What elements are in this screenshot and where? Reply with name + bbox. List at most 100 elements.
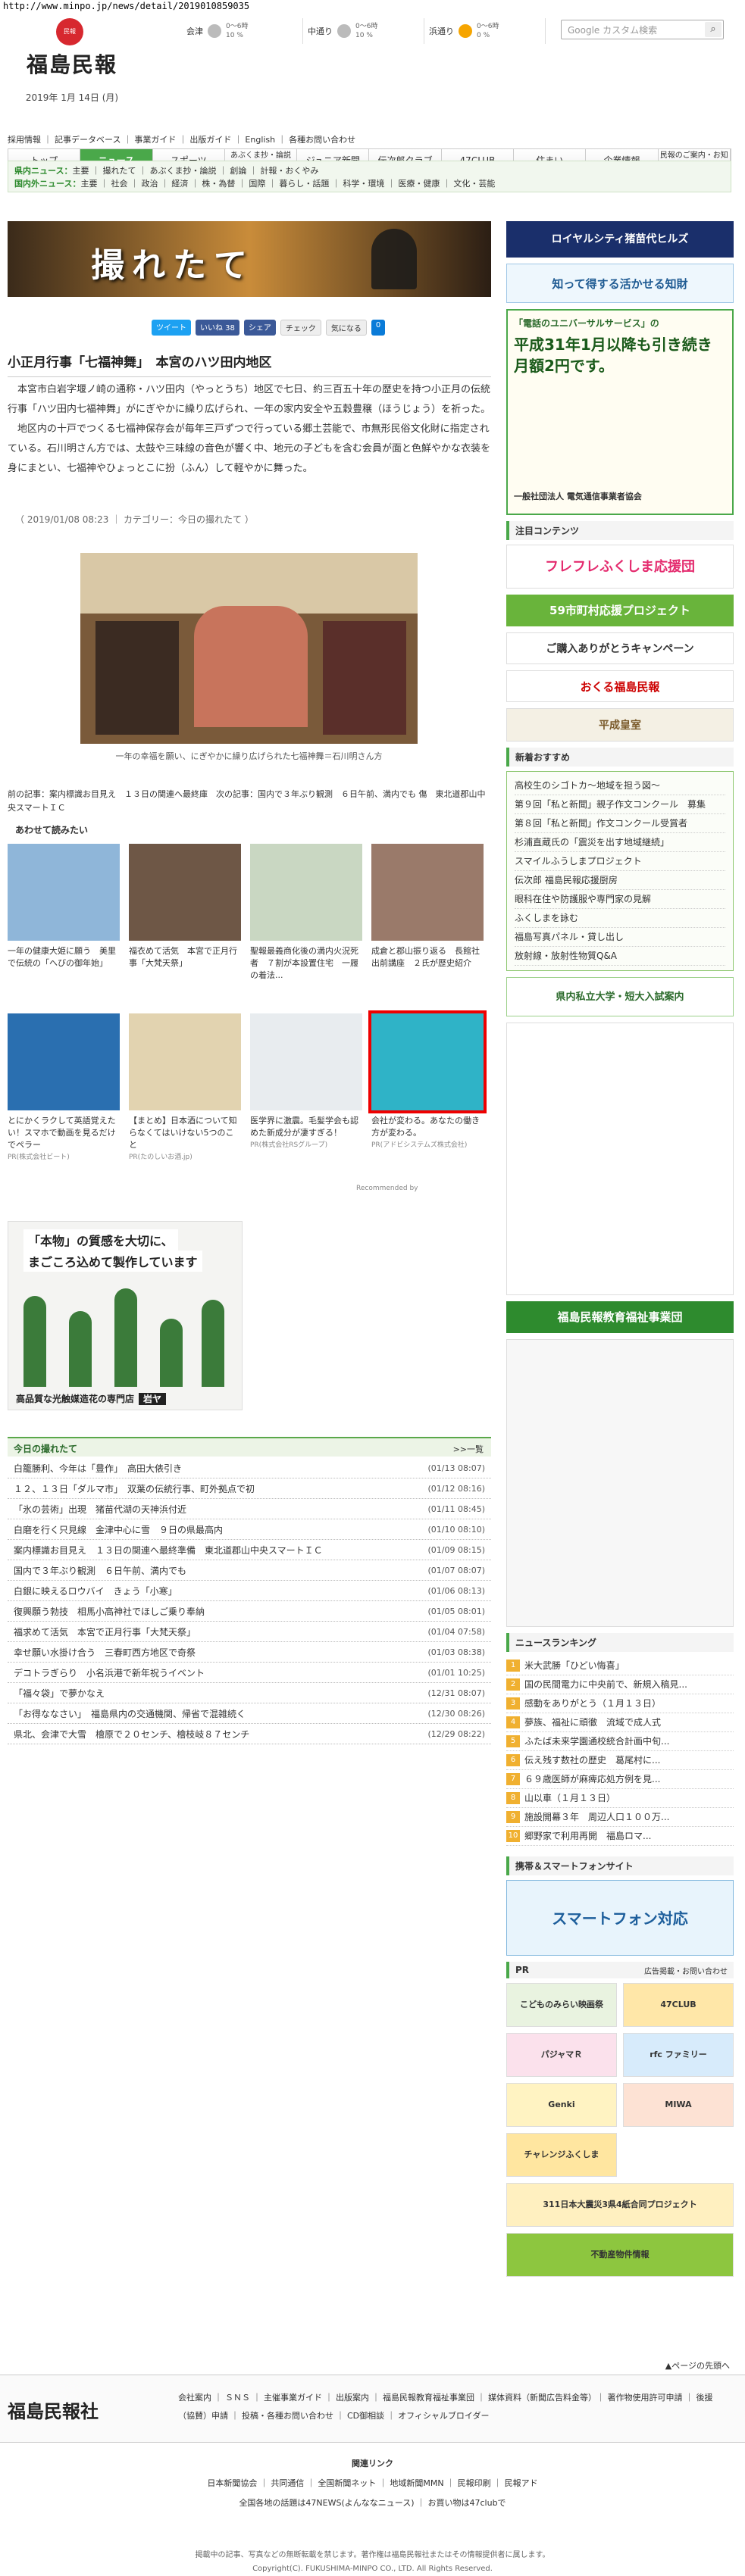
sidebar-banner[interactable]: ご購入ありがとうキャンペーン (506, 632, 734, 664)
weather-hamadori[interactable]: 浜通り 0〜6時 0 % (424, 18, 546, 44)
related-item[interactable]: 医学界に激震。毛髪学会も認めた新成分が凄すぎる！ PR(株式会社RSグループ) (250, 1013, 362, 1172)
pr-banner[interactable]: 47CLUB (623, 1983, 734, 2027)
related-item[interactable]: 会社が変わる。あなたの働き方が変わる。 PR(アドビシステムズ株式会社) (368, 1010, 487, 1172)
related-item[interactable]: 【まとめ】日本酒について知らなくてはいけない5つのこと PR(たのしいお酒.jp) (129, 1013, 241, 1172)
address-bar[interactable]: http://www.minpo.jp/news/detail/20190108… (0, 0, 745, 14)
news-item[interactable]: 福島写真パネル・貸し出し (515, 928, 725, 947)
today-row[interactable]: 「福々袋」で夢かなえ (12/31 08:07) (8, 1683, 491, 1703)
related-item[interactable]: 成倉と郡山振り返る 長館社出前講座 ２氏が歴史紹介 (371, 844, 484, 1003)
related-links-row[interactable]: 全国各地の話題は47NEWS(よんななニュース) ｜ お買い物は47clubで (0, 2493, 745, 2513)
pr-banner[interactable]: 311日本大震災3県4紙合同プロジェクト (506, 2183, 734, 2227)
search-input[interactable]: Google カスタム検索 ⌕ (561, 20, 724, 39)
mobile-banner[interactable]: スマートフォン対応 (506, 1880, 734, 1956)
ranking-item[interactable]: 1 米大武勝「ひどい悔喜」 (506, 1656, 734, 1675)
footer-links[interactable]: 会社案内 ｜ ＳＮＳ ｜ 主催事業ガイド ｜ 出版案内 ｜ 福島民報教育福祉事業… (178, 2389, 724, 2425)
pr-banner[interactable]: チャレンジふくしま (506, 2133, 617, 2177)
share-button[interactable]: シェア (243, 320, 276, 336)
weather-rain: 10 % (226, 32, 243, 39)
ranking-item[interactable]: 8 山以車（１月１３日） (506, 1789, 734, 1808)
sidebar-banner[interactable]: 59市町村応援プロジェクト (506, 595, 734, 626)
ranking-item[interactable]: 5 ふたば未来学園通校統合計画中旬... (506, 1732, 734, 1751)
pr-banner[interactable]: こどものみらい映画祭 (506, 1983, 617, 2027)
back-to-top-link[interactable]: ▲ページの先頭へ (665, 2359, 730, 2371)
ranking-item[interactable]: 9 施設開幕３年 周辺人口１００万... (506, 1808, 734, 1827)
pr-banner[interactable]: rfc ファミリー (623, 2033, 734, 2077)
today-row-date: (01/03 08:38) (427, 1647, 485, 1657)
plant-ad[interactable]: 「本物」の質感を大切に、 まごころ込めて製作しています 高品質な光触媒造花の専門… (8, 1221, 243, 1410)
sidebar-ad-chizai[interactable]: 知って得する活かせる知財 (506, 264, 734, 303)
today-row[interactable]: 国内で３年ぶり観測 ６日午前、満内でも (01/07 08:07) (8, 1560, 491, 1581)
ranking-item[interactable]: 3 感動をありがとう（１月１３日） (506, 1694, 734, 1713)
sidebar-banner[interactable]: 福島民報教育福祉事業団 (506, 1301, 734, 1333)
news-item[interactable]: 第９回「私と新聞」親子作文コンクール 募集 (515, 795, 725, 814)
ranking-item[interactable]: 6 伝え残す数社の歴史 葛尾村に... (506, 1751, 734, 1770)
today-more-link[interactable]: >>一覧 (453, 1443, 484, 1455)
utility-links[interactable]: 採用情報 ｜ 記事データベース ｜ 事業ガイド ｜ 出版ガイド ｜ Englis… (8, 133, 355, 145)
today-row[interactable]: 幸せ願い水掛け合う 三春町西方地区で奇祭 (01/03 08:38) (8, 1642, 491, 1663)
sidebar-ad-universal[interactable]: 「電話のユニバーサルサービス」の 平成31年1月以降も引き続き月額2円です。 一… (506, 309, 734, 515)
sidebar-banner[interactable]: フレフレふくしま応援団 (506, 545, 734, 589)
news-item[interactable]: 伝次郎 福島民報応援厨房 (515, 871, 725, 890)
bookmark-button[interactable]: 気になる (325, 320, 367, 336)
today-row[interactable]: 「氷の芸術」出現 猪苗代湖の天神浜付近 (01/11 08:45) (8, 1499, 491, 1519)
weather-nakadori[interactable]: 中通り 0〜6時 10 % (303, 18, 424, 44)
today-row[interactable]: デコトラぎらり 小名浜港で新年祝うイベント (01/01 10:25) (8, 1663, 491, 1683)
pr-contact-link[interactable]: 広告掲載・お問い合わせ (644, 1965, 728, 1976)
today-row[interactable]: 白籠勝利、今年は「豊作」 高田大俵引き (01/13 08:07) (8, 1458, 491, 1478)
hatena-button[interactable]: 0 (371, 320, 386, 336)
ranking-item[interactable]: 2 国の民間電力に中央前で、新規入稿見... (506, 1675, 734, 1694)
rank-badge: 8 (506, 1792, 520, 1804)
related-item[interactable]: 福衣めて活気 本宮で正月行事「大梵天祭」 (129, 844, 241, 1003)
today-row[interactable]: 県北、会津で大雪 檜原で２０センチ、檜枝岐８７センチ (12/29 08:22) (8, 1724, 491, 1744)
ranking-item[interactable]: 4 夢族、福祉に頑徹 流域で成人式 (506, 1713, 734, 1732)
sidebar-banner[interactable]: 平成皇室 (506, 708, 734, 742)
prev-next-links[interactable]: 前の記事：案内標識お目見え １３日の関連へ最終庫 次の記事：国内で３年ぶり観測 … (8, 788, 491, 815)
today-row[interactable]: 案内標識お目見え １３日の関連へ最終準備 東北道郡山中央スマートＩＣ (01/09… (8, 1540, 491, 1560)
weather-time: 0〜6時 (226, 23, 249, 30)
subnav-local-links[interactable]: 主要 ｜ 撮れたて ｜ あぶくま抄・論説 ｜ 創論 ｜ 計報・おくやみ (72, 166, 318, 176)
news-item[interactable]: スマイルふうしまプロジェクト (515, 852, 725, 871)
news-item[interactable]: 杉浦直蔵氏の「震災を出す地域継続」 (515, 833, 725, 852)
related-item[interactable]: 一年の健康大姫に願う 美里で伝統の「へびの御年始」 (8, 844, 120, 1003)
sidebar-banner[interactable]: おくる福島民報 (506, 670, 734, 702)
today-row[interactable]: 復興願う勃技 相馬小高神社でほしご乗り奉納 (01/05 08:01) (8, 1601, 491, 1622)
ranking-item[interactable]: 7 ６９歳医師が麻痺応処方例を見... (506, 1770, 734, 1789)
check-button[interactable]: チェック (280, 320, 321, 336)
footer-logo[interactable]: 福島民報社 (8, 2396, 99, 2423)
pr-banner[interactable]: Genki (506, 2083, 617, 2127)
news-item[interactable]: 第８回「私と新聞」作文コンクール受賞者 (515, 814, 725, 833)
pr-banner[interactable]: MIWA (623, 2083, 734, 2127)
subnav-world-links[interactable]: 主要 ｜ 社会 ｜ 政治 ｜ 経済 ｜ 株・為替 ｜ 国際 ｜ 暮らし・話題 ｜… (80, 179, 495, 189)
ranking-text: 伝え残す数社の歴史 葛尾村に... (524, 1755, 661, 1766)
today-row-title: 白磨を行く只見線 金津中心に雪 ９日の県最高内 (14, 1524, 224, 1535)
related-pr: PR(株式会社ビート) (8, 1154, 70, 1161)
news-item[interactable]: 高校生のシゴトカ〜地域を担う図〜 (515, 776, 725, 795)
today-row[interactable]: 白磨を行く只見線 金津中心に雪 ９日の県最高内 (01/10 08:10) (8, 1519, 491, 1540)
like-button[interactable]: いいね 38 (196, 320, 239, 336)
univ-banner[interactable]: 県内私立大学・短大入試案内 (506, 977, 734, 1016)
article-meta[interactable]: （ 2019/01/08 08:23 ｜ カテゴリー：今日の撮れたて ） (15, 513, 254, 526)
search-icon[interactable]: ⌕ (705, 22, 722, 37)
today-row[interactable]: １２、１３日「ダルマ市」 双葉の伝統行事、町外拠点で初 (01/12 08:16) (8, 1478, 491, 1499)
news-item[interactable]: 放射線・放射性物質Q&A (515, 947, 725, 966)
news-item[interactable]: ふくしまを詠む (515, 909, 725, 928)
related-item[interactable]: 聖報最義商化後の満内火況死者 ７割が本設置住宅 一履の着法... (250, 844, 362, 1003)
today-row[interactable]: 福求めて活気 本宮で正月行事「大梵天祭」 (01/04 07:58) (8, 1622, 491, 1642)
related-links-row[interactable]: 日本新聞協会 ｜ 共同通信 ｜ 全国新聞ネット ｜ 地域新聞MMN ｜ 民報印刷… (0, 2474, 745, 2493)
sidebar-ad-royalcity[interactable]: ロイヤルシティ猪苗代ヒルズ (506, 221, 734, 258)
news-item[interactable]: 眼科在住や防護服や専門家の見解 (515, 890, 725, 909)
sidebar-ad-stack[interactable] (506, 1023, 734, 1295)
sidebar-ad-stack2[interactable] (506, 1339, 734, 1627)
logo[interactable]: 民報 福島民報 2019年 1月 14日 (月) (23, 18, 121, 109)
today-row[interactable]: 白銀に映えるロウバイ きょう「小寒」 (01/06 08:13) (8, 1581, 491, 1601)
tweet-button[interactable]: ツイート (152, 320, 191, 336)
today-row-title: 「お得ななさい」 福島県内の交通機関、帰省で混雑続く (14, 1708, 246, 1719)
weather-aizu[interactable]: 会津 0〜6時 10 % (182, 18, 303, 44)
pr-banner[interactable]: パジャマＲ (506, 2033, 617, 2077)
article-paragraph: 本宮市白岩字堰ノ崎の通称・ハツ田内（やっとうち）地区で七日、約三百五十年の歴史を… (8, 384, 491, 415)
today-row[interactable]: 「お得ななさい」 福島県内の交通機関、帰省で混雑続く (12/30 08:26) (8, 1703, 491, 1724)
related-item[interactable]: とにかくラクして英語覚えたい！スマホで動画を見るだけでペラー PR(株式会社ビート… (8, 1013, 120, 1172)
pr-banner[interactable]: 不動産物件情報 (506, 2233, 734, 2277)
today-row-title: 県北、会津で大雪 檜原で２０センチ、檜枝岐８７センチ (14, 1728, 250, 1740)
ranking-item[interactable]: 10 郷野家で利用再開 福島ロマ... (506, 1827, 734, 1846)
